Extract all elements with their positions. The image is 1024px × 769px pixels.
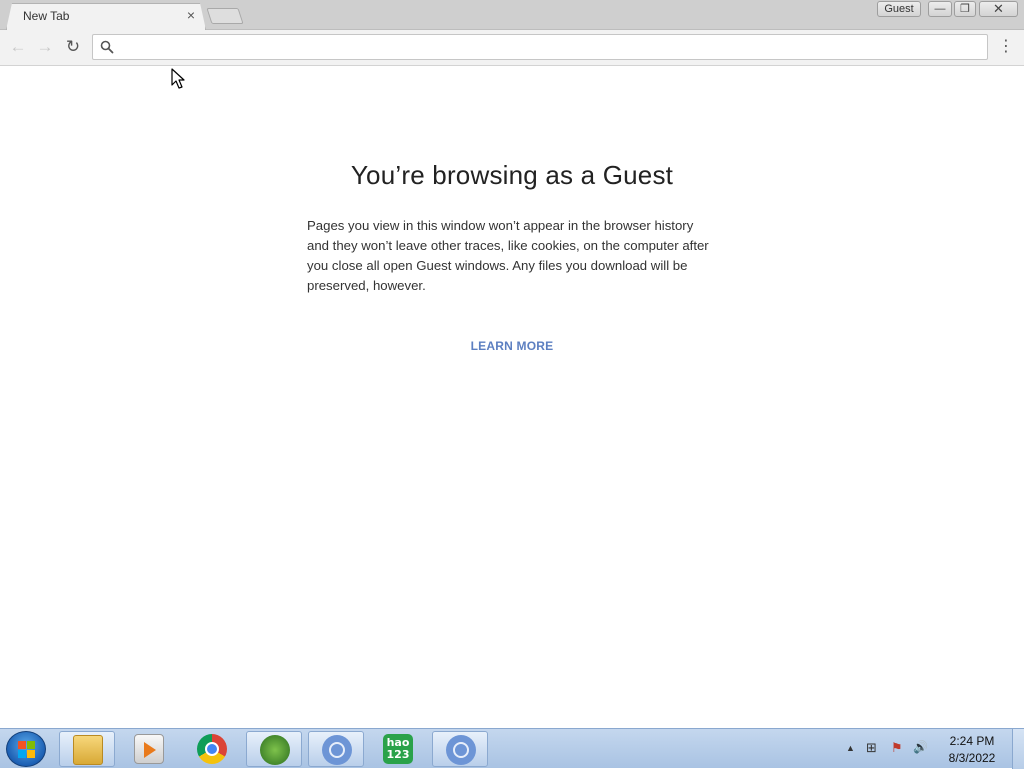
chrome-menu-button[interactable]: ⋮: [996, 37, 1016, 57]
network-icon[interactable]: ⊞: [866, 740, 877, 756]
clock-time[interactable]: 2:24 PM: [946, 734, 998, 748]
media-player-icon: [134, 734, 164, 764]
chrome-icon: [197, 734, 227, 764]
hao123-icon: hao 123: [383, 734, 413, 764]
start-button[interactable]: [6, 731, 46, 767]
address-input[interactable]: [121, 38, 976, 56]
taskbar-item-media-player[interactable]: [121, 731, 177, 767]
guest-description: Pages you view in this window won’t appe…: [307, 218, 709, 293]
close-window-button[interactable]: ✕: [979, 1, 1018, 17]
show-hidden-icons-icon[interactable]: ▲: [846, 743, 855, 753]
reload-button[interactable]: ↻: [61, 36, 85, 58]
back-button[interactable]: ←: [6, 36, 30, 58]
address-bar[interactable]: [92, 34, 988, 60]
taskbar-item-file-explorer[interactable]: [59, 731, 115, 767]
clock-date[interactable]: 8/3/2022: [944, 751, 1000, 765]
mouse-cursor-icon: [171, 68, 185, 89]
search-icon: [100, 40, 114, 54]
tab-close-icon[interactable]: ×: [187, 7, 195, 23]
chrome-guest-icon: [322, 735, 352, 765]
browser-toolbar: ← → ↻ ⋮: [0, 30, 1024, 66]
tab-strip: New Tab × Guest — ❐ ✕: [0, 0, 1024, 30]
taskbar-item-chrome[interactable]: [184, 731, 240, 767]
tab-new-tab[interactable]: New Tab ×: [6, 3, 206, 30]
taskbar-item-hao123[interactable]: hao 123: [370, 731, 426, 767]
taskbar-item-windows-app[interactable]: [246, 731, 302, 767]
show-desktop-button[interactable]: [1012, 729, 1024, 769]
volume-icon[interactable]: 🔊: [913, 740, 928, 754]
learn-more-link[interactable]: LEARN MORE: [0, 339, 1024, 353]
tab-title: New Tab: [23, 9, 70, 23]
action-center-flag-icon[interactable]: ⚑: [891, 740, 903, 756]
guest-profile-button[interactable]: Guest: [877, 1, 921, 17]
taskbar-item-chrome-guest-2[interactable]: [432, 731, 488, 767]
minimize-button[interactable]: —: [928, 1, 952, 17]
windows-logo-icon: [18, 741, 36, 759]
folder-icon: [73, 735, 103, 765]
windows-app-icon: [260, 735, 290, 765]
chrome-guest-icon: [446, 735, 476, 765]
forward-button[interactable]: →: [33, 36, 57, 58]
taskbar: hao 123 ▲ ⊞ ⚑ 🔊 2:24 PM 8/3/2022: [0, 728, 1024, 769]
guest-page: You’re browsing as a Guest Pages you vie…: [0, 66, 1024, 728]
maximize-button[interactable]: ❐: [954, 1, 976, 17]
taskbar-item-chrome-guest-1[interactable]: [308, 731, 364, 767]
page-title: You’re browsing as a Guest: [350, 160, 674, 190]
new-tab-button[interactable]: [206, 8, 244, 24]
